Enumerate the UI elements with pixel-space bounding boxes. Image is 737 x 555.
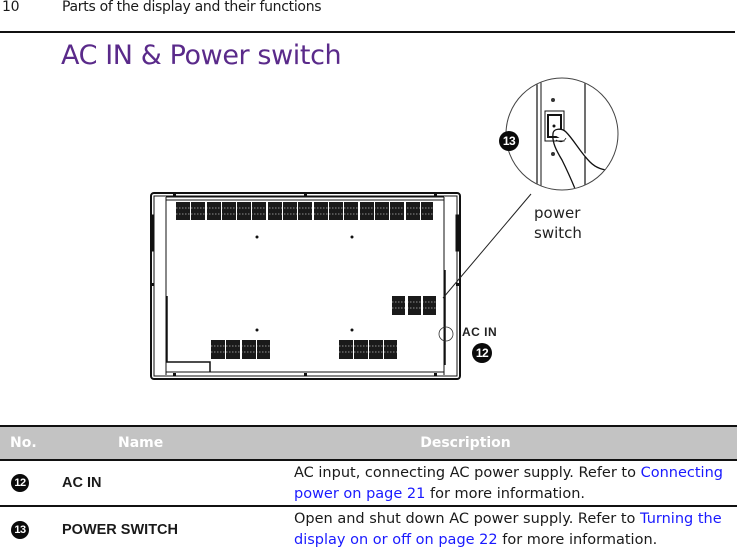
header-no: No. [0, 426, 60, 460]
row-number-cell: 12 [0, 460, 60, 506]
top-vents [176, 202, 433, 220]
row-number-cell: 13 [0, 506, 60, 552]
number-badge: 12 [11, 474, 29, 492]
description-text: Open and shut down AC power supply. Refe… [294, 511, 641, 527]
header-name: Name [60, 426, 294, 460]
ac-in-label: AC IN [462, 325, 498, 339]
table-row: 13 POWER SWITCH Open and shut down AC po… [0, 506, 737, 552]
number-badge: 13 [11, 520, 29, 539]
header-description: Description [294, 426, 737, 460]
power-switch-closeup [505, 77, 619, 191]
power-switch-callout-badge: 13 [499, 131, 519, 151]
table-header-row: No. Name Description [0, 426, 737, 460]
power-switch-label-line2: switch [534, 224, 582, 242]
ac-in-callout-badge: 12 [472, 343, 492, 363]
row-description: AC input, connecting AC power supply. Re… [294, 460, 737, 506]
parts-table: No. Name Description 12 AC IN AC input, … [0, 425, 737, 552]
rear-panel-diagram: 13 power switch AC IN 12 [0, 0, 737, 420]
bottom-vents [211, 340, 397, 359]
display-rear-illustration [150, 77, 619, 380]
ac-in-socket [438, 326, 454, 342]
power-switch-label-line1: power [534, 204, 581, 222]
description-tail: for more information. [425, 485, 585, 502]
row-name: AC IN [62, 475, 102, 491]
description-tail: for more information. [497, 532, 658, 548]
row-description: Open and shut down AC power supply. Refe… [294, 506, 737, 552]
vesa-mount-holes [255, 235, 354, 332]
frame-clips [151, 193, 459, 376]
display-chassis [150, 192, 461, 380]
table-row: 12 AC IN AC input, connecting AC power s… [0, 460, 737, 506]
row-name: POWER SWITCH [62, 521, 178, 538]
power-switch-label: power switch [534, 203, 582, 243]
description-text: AC input, connecting AC power supply. Re… [294, 464, 641, 481]
right-vents [392, 296, 436, 315]
